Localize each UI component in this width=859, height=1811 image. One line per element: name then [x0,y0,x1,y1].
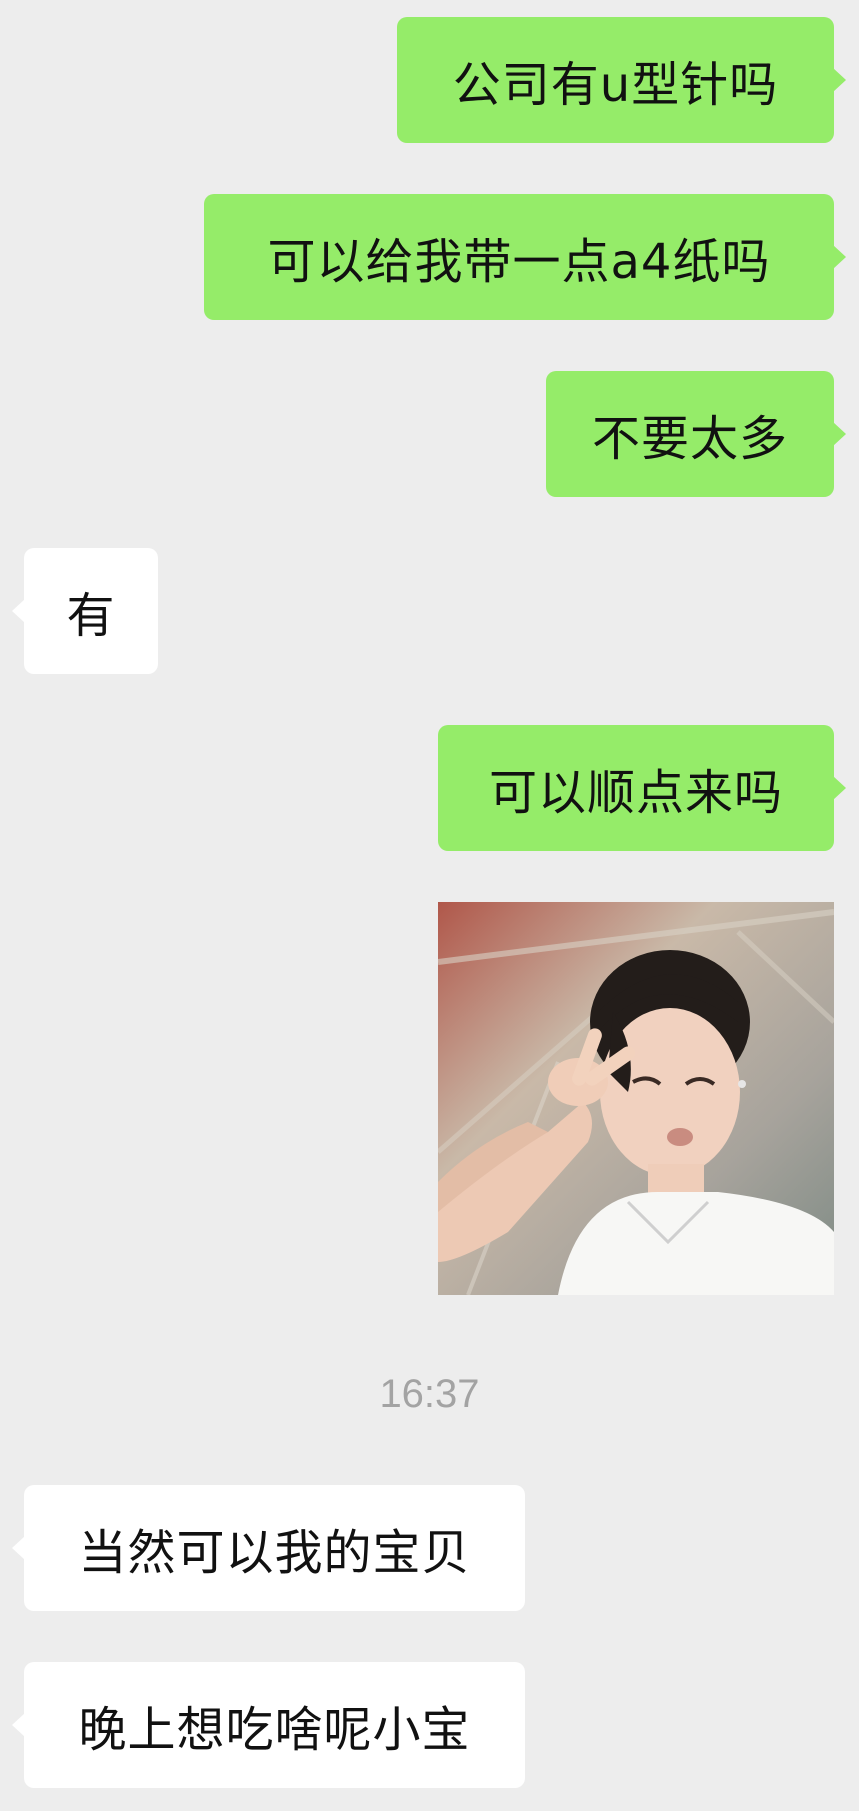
image-message-photo-sticker[interactable] [438,902,834,1295]
message-text: 晚上想吃啥呢小宝 [78,1702,471,1758]
photo-sticker-icon [438,902,834,1295]
message-bubble-incoming[interactable]: 当然可以我的宝贝 [12,1485,525,1611]
message-text: 公司有u型针吗 [452,57,779,113]
message-bubble-outgoing[interactable]: 公司有u型针吗 [397,17,846,143]
message-text: 当然可以我的宝贝 [78,1525,471,1581]
message-bubble-outgoing[interactable]: 可以给我带一点a4纸吗 [204,194,846,320]
message-bubble-incoming[interactable]: 晚上想吃啥呢小宝 [12,1662,525,1788]
chat-window: 公司有u型针吗 可以给我带一点a4纸吗 不要太多 有 可以顺点来吗 16:37 … [0,0,859,1811]
timestamp: 16:37 [379,1372,480,1416]
message-text: 不要太多 [591,411,788,467]
message-text: 可以给我带一点a4纸吗 [267,234,771,290]
message-text: 可以顺点来吗 [488,765,783,821]
message-text: 有 [66,588,116,644]
message-bubble-incoming[interactable]: 有 [12,548,158,674]
message-bubble-outgoing[interactable]: 可以顺点来吗 [438,725,846,851]
message-bubble-outgoing[interactable]: 不要太多 [546,371,846,497]
